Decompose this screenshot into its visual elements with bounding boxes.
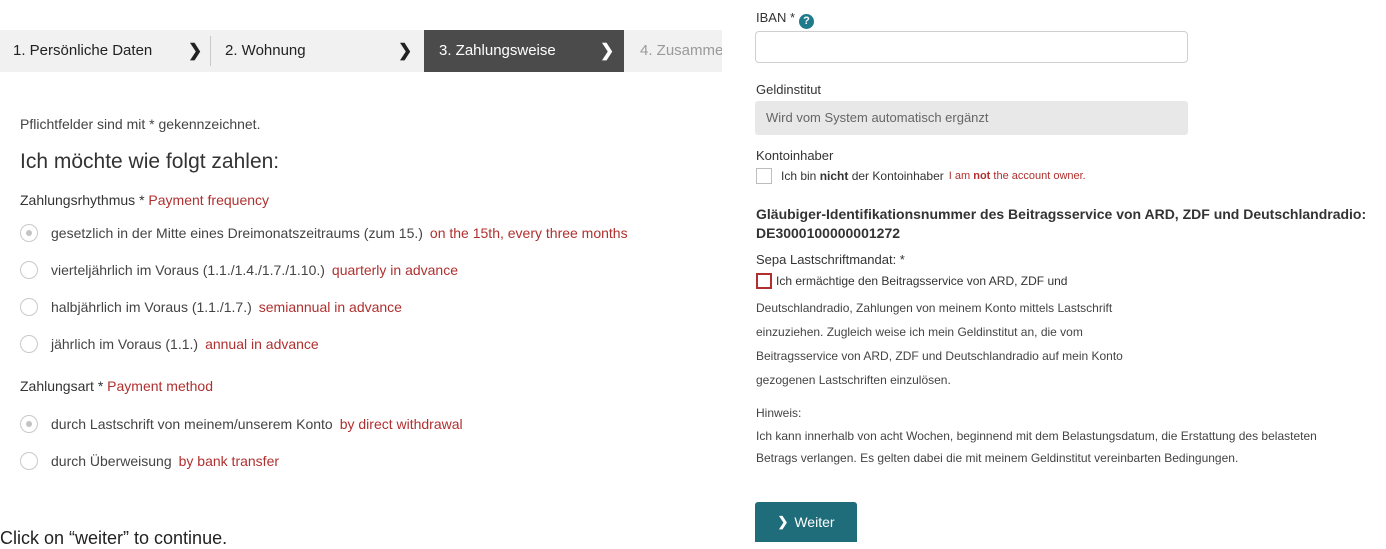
sepa-checkbox-row[interactable]: Ich ermächtige den Beitragsservice von A… [756, 273, 1067, 289]
frequency-option-annual[interactable]: jährlich im Voraus (1.1.) annual in adva… [20, 333, 319, 355]
annotation: I am not the account owner. [948, 170, 1086, 182]
sepa-line: gezogenen Lastschriften einzulösen. [756, 373, 951, 387]
radio-button[interactable] [20, 335, 38, 353]
radio-button[interactable] [20, 415, 38, 433]
annotation: semiannual in advance [258, 299, 402, 315]
next-button-label: Weiter [794, 514, 835, 530]
radio-button[interactable] [20, 224, 38, 242]
sepa-line: Deutschlandradio, Zahlungen von meinem K… [756, 301, 1113, 315]
method-option-bank-transfer[interactable]: durch Überweisung by bank transfer [20, 450, 279, 472]
option-label: jährlich im Voraus (1.1.) [51, 336, 199, 352]
annotation: by direct withdrawal [339, 416, 463, 432]
radio-button[interactable] [20, 298, 38, 316]
option-label: halbjährlich im Voraus (1.1./1.7.) [51, 299, 252, 315]
hint-line: Betrags verlangen. Es gelten dabei die m… [756, 451, 1239, 465]
institute-label: Geldinstitut [756, 82, 822, 97]
frequency-option-quarterly[interactable]: vierteljährlich im Voraus (1.1./1.4./1.7… [20, 259, 458, 281]
not-owner-checkbox[interactable] [756, 168, 772, 184]
institute-field: Wird vom System automatisch ergänzt [755, 101, 1188, 135]
step-zusammenfassung[interactable]: 4. Zusamme [640, 30, 722, 72]
required-fields-note: Pflichtfelder sind mit * gekennzeichnet. [20, 116, 261, 132]
step-zahlungsweise[interactable]: 3. Zahlungsweise [424, 30, 624, 72]
next-button[interactable]: ❯ Weiter [755, 502, 857, 542]
chevron-right-icon: ❯ [777, 514, 789, 529]
iban-label: IBAN *? [756, 10, 815, 29]
owner-label: Kontoinhaber [756, 148, 834, 163]
continue-instruction: Click on “weiter” to continue. [0, 528, 228, 548]
option-label: durch Lastschrift von meinem/unserem Kon… [51, 416, 333, 432]
radio-button[interactable] [20, 452, 38, 470]
frequency-option-mid-quarter[interactable]: gesetzlich in der Mitte eines Dreimonats… [20, 222, 628, 244]
annotation: annual in advance [205, 336, 319, 352]
sepa-line: Ich ermächtige den Beitragsservice von A… [776, 274, 1068, 288]
annotation: Payment method [107, 378, 214, 394]
not-owner-checkbox-row[interactable]: Ich bin nicht der Kontoinhaber I am not … [756, 168, 1086, 184]
option-label: gesetzlich in der Mitte eines Dreimonats… [51, 225, 423, 241]
sepa-line: einzuziehen. Zugleich weise ich mein Gel… [756, 325, 1083, 339]
radio-button[interactable] [20, 261, 38, 279]
option-label: vierteljährlich im Voraus (1.1./1.4./1.7… [51, 262, 325, 278]
annotation: Payment frequency [148, 192, 270, 208]
annotation: on the 15th, every three months [429, 225, 628, 241]
annotation: quarterly in advance [331, 262, 458, 278]
step-divider [210, 36, 211, 66]
step-persoenliche-daten[interactable]: 1. Persönliche Daten [13, 30, 152, 72]
not-owner-label: Ich bin nicht der Kontoinhaber [781, 169, 944, 183]
hint-label: Hinweis: [756, 406, 802, 420]
progress-stepper: 1. Persönliche Daten ❯ 2. Wohnung ❯ 3. Z… [0, 30, 722, 72]
sepa-checkbox[interactable] [756, 273, 772, 289]
chevron-right-icon: ❯ [398, 41, 413, 60]
payment-method-label: Zahlungsart * Payment method [20, 378, 214, 394]
payment-heading: Ich möchte wie folgt zahlen: [20, 150, 280, 173]
frequency-option-semiannual[interactable]: halbjährlich im Voraus (1.1./1.7.) semia… [20, 296, 402, 318]
iban-input[interactable] [755, 31, 1188, 63]
annotation: by bank transfer [178, 453, 280, 469]
method-option-direct-debit[interactable]: durch Lastschrift von meinem/unserem Kon… [20, 413, 463, 435]
payment-frequency-label: Zahlungsrhythmus * Payment frequency [20, 192, 270, 208]
help-icon[interactable]: ? [799, 14, 815, 29]
step-wohnung[interactable]: 2. Wohnung [225, 30, 306, 72]
chevron-right-icon: ❯ [188, 41, 203, 60]
sepa-line: Beitragsservice von ARD, ZDF und Deutsch… [756, 349, 1123, 363]
option-label: durch Überweisung [51, 453, 172, 469]
chevron-right-icon: ❯ [600, 41, 615, 60]
sepa-mandate-label: Sepa Lastschriftmandat: * [756, 252, 905, 267]
hint-line: Ich kann innerhalb von acht Wochen, begi… [756, 429, 1317, 443]
creditor-id: Gläubiger-Identifikationsnummer des Beit… [756, 206, 1367, 241]
